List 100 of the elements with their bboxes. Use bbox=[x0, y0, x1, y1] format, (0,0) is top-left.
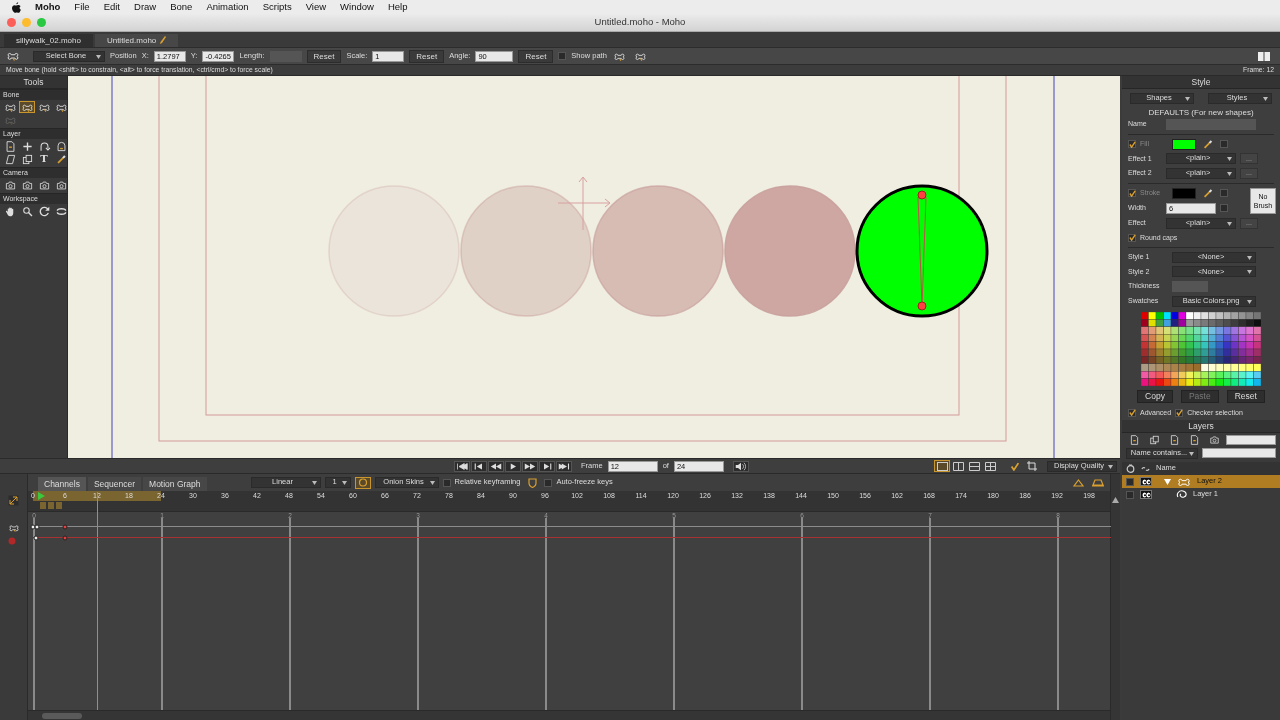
caret-icon bbox=[1247, 299, 1252, 304]
menu-item[interactable]: Animation bbox=[206, 1, 249, 13]
panel-toggle-button[interactable] bbox=[1256, 50, 1272, 62]
previous-key-button[interactable] bbox=[471, 460, 487, 472]
tool-button[interactable]: T bbox=[36, 153, 52, 166]
keyframe[interactable] bbox=[33, 535, 39, 540]
timeline-tab[interactable]: Motion Graph bbox=[143, 477, 207, 491]
fast-forward-icon bbox=[524, 461, 536, 471]
bone-icon bbox=[7, 523, 20, 533]
panel-button[interactable]: Copy bbox=[1137, 390, 1173, 404]
show-path-checkbox[interactable] bbox=[558, 52, 567, 60]
relative-keyframing-checkbox[interactable] bbox=[442, 478, 451, 487]
bone-icon bbox=[6, 50, 20, 62]
caret-icon bbox=[1185, 97, 1190, 101]
panel-title: Style bbox=[1122, 76, 1280, 89]
next-key-button[interactable] bbox=[539, 460, 555, 472]
stacked-pages-icon bbox=[20, 153, 34, 165]
curved-arrow-icon bbox=[37, 140, 51, 152]
toggle-square[interactable] bbox=[1220, 140, 1228, 149]
previous-key-icon bbox=[473, 461, 485, 471]
round-caps-checkbox[interactable] bbox=[1128, 233, 1136, 242]
menu-item[interactable]: View bbox=[305, 1, 327, 13]
menu-item[interactable]: Window bbox=[340, 1, 374, 13]
document-tab[interactable]: Untitled.moho bbox=[94, 33, 179, 47]
crop-button[interactable] bbox=[1024, 460, 1040, 472]
panel-title: Layers bbox=[1122, 420, 1280, 433]
onion-skins-toggle[interactable] bbox=[354, 476, 371, 489]
menu-item[interactable]: Draw bbox=[134, 1, 157, 13]
plus-icon bbox=[20, 140, 34, 152]
timeline-tab[interactable]: Channels bbox=[38, 477, 86, 491]
document-tab[interactable]: sillywalk_02.moho bbox=[4, 33, 93, 47]
reset-button[interactable]: Reset bbox=[518, 49, 554, 63]
layer-checkbox[interactable] bbox=[1126, 477, 1134, 486]
bone-icon bbox=[1177, 477, 1191, 486]
reset-button[interactable]: Reset bbox=[409, 49, 445, 63]
scroll-up-icon bbox=[1112, 497, 1119, 503]
caret-icon bbox=[311, 481, 317, 485]
auto-freeze-checkbox[interactable] bbox=[544, 478, 553, 487]
camera-icon bbox=[20, 179, 34, 191]
crop-icon bbox=[1027, 461, 1037, 471]
caret-icon bbox=[1227, 157, 1232, 162]
apple-icon bbox=[12, 1, 21, 13]
checker-selection-checkbox[interactable] bbox=[1175, 408, 1184, 417]
stacked-pages-icon bbox=[1148, 434, 1160, 445]
sound-button[interactable] bbox=[732, 460, 749, 472]
name-filter-field[interactable] bbox=[1202, 448, 1276, 458]
caret-icon bbox=[1227, 171, 1232, 176]
advanced-checkbox[interactable] bbox=[1128, 408, 1136, 417]
camera-icon bbox=[37, 179, 51, 191]
menu-item[interactable]: Scripts bbox=[262, 1, 292, 13]
skip-end-button[interactable] bbox=[556, 460, 572, 472]
rewind-icon bbox=[490, 461, 502, 471]
camera-icon bbox=[1208, 434, 1220, 445]
skip-start-button[interactable] bbox=[454, 460, 470, 472]
skewed-page-icon bbox=[3, 153, 17, 165]
layer-checkbox[interactable] bbox=[1126, 490, 1134, 499]
view-layout-button[interactable] bbox=[934, 460, 950, 472]
camera-icon bbox=[54, 179, 68, 191]
menu-item[interactable]: Edit bbox=[103, 1, 120, 13]
layer-search-field[interactable] bbox=[1226, 434, 1276, 445]
keyframe[interactable] bbox=[34, 524, 40, 529]
tool-button[interactable] bbox=[19, 101, 35, 114]
play-button[interactable] bbox=[505, 460, 521, 472]
panel-button[interactable]: Reset bbox=[1226, 390, 1265, 404]
document-icon bbox=[1188, 434, 1200, 445]
app-menu[interactable]: Moho bbox=[35, 1, 61, 13]
link-icon bbox=[1141, 465, 1150, 472]
expand-arrows-icon bbox=[8, 494, 19, 506]
color-swatch-grid[interactable] bbox=[1141, 312, 1261, 387]
bone[interactable] bbox=[917, 190, 927, 311]
menu-item[interactable]: Bone bbox=[170, 1, 193, 13]
window-title: Untitled.moho - Moho bbox=[594, 17, 686, 28]
layout-icon bbox=[936, 461, 948, 471]
collapse-button[interactable] bbox=[1070, 476, 1086, 489]
document-icon bbox=[1168, 434, 1180, 445]
menu-item[interactable]: Help bbox=[387, 1, 408, 13]
circle-icon bbox=[357, 478, 368, 487]
curve-icon bbox=[1176, 490, 1187, 499]
expand-rows-button[interactable] bbox=[1090, 476, 1106, 489]
fast-forward-button[interactable] bbox=[522, 460, 538, 472]
book-icon bbox=[1258, 51, 1270, 61]
menu-item[interactable]: File bbox=[74, 1, 90, 13]
layout-icon bbox=[952, 461, 964, 471]
view-layout-button[interactable] bbox=[982, 460, 998, 472]
eyedropper-icon bbox=[1202, 187, 1214, 199]
checkmark-icon bbox=[1010, 461, 1020, 471]
arch-icon bbox=[54, 140, 68, 152]
toggle-square[interactable] bbox=[1220, 189, 1228, 198]
panel-title: Tools bbox=[0, 76, 67, 89]
document-icon bbox=[3, 140, 17, 152]
section-heading: DEFAULTS (For new shapes) bbox=[1147, 108, 1255, 118]
timeline-tab[interactable]: Sequencer bbox=[87, 477, 142, 491]
caret-icon bbox=[1247, 270, 1252, 275]
view-layout-button[interactable] bbox=[950, 460, 966, 472]
keyframe[interactable] bbox=[30, 524, 36, 529]
caret-icon bbox=[96, 54, 101, 59]
rewind-button[interactable] bbox=[488, 460, 504, 472]
toggle-square[interactable] bbox=[1220, 204, 1228, 213]
shield-icon bbox=[527, 477, 537, 488]
view-layout-button[interactable] bbox=[966, 460, 982, 472]
